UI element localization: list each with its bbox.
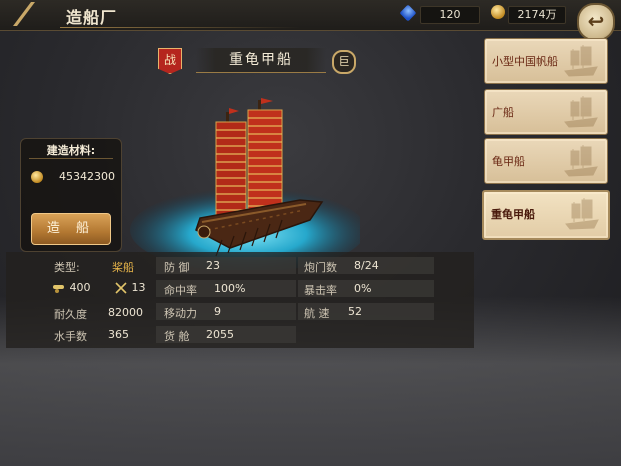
cargo-label: 货 舱 [164,330,190,343]
page-title: 造船厂 [66,8,118,27]
durability-value: 82000 [108,306,143,319]
defense-label: 防 御 [164,261,190,274]
sailors-label: 水手数 [54,330,87,343]
return-button[interactable]: ↩ [577,3,615,41]
ship-list-label: 小型中国帆船 [492,55,558,68]
move-label: 移动力 [164,307,197,320]
defense-value: 23 [206,259,220,272]
ship-list-label: 重龟甲船 [491,208,535,221]
build-materials-panel: 建造材料: 45342300 造 船 [20,138,122,252]
ship-list-label: 广船 [492,106,514,119]
durability-label: 耐久度 [54,308,87,321]
back-button[interactable] [4,0,44,30]
gunports-label: 炮门数 [304,261,337,274]
speed-label: 航 速 [304,307,330,320]
gunports-value: 8/24 [354,259,379,272]
return-arrow-icon: ↩ [587,9,605,33]
hit-label: 命中率 [164,284,197,297]
ship-list-item-selected[interactable]: 重龟甲船 [482,190,610,240]
sword-stat: 13 [114,281,146,294]
gold-coin-icon [31,171,43,183]
ship-list-item[interactable]: 龟甲船 [484,138,608,184]
size-badge: 巨 [332,50,356,74]
gem-count: 120 [420,6,480,24]
top-bar: 造船厂 120 2174万 ↩ [0,0,621,41]
rear-sail [215,121,247,219]
title-underline [60,27,300,28]
gold-count: 2174万 [508,6,566,24]
sailors-value: 365 [108,328,129,341]
ship-silhouette-icon [564,145,598,177]
cannon-value: 400 [69,281,91,294]
materials-divider [29,158,113,159]
speed-value: 52 [348,305,362,318]
ship-list-item[interactable]: 小型中国帆船 [484,38,608,84]
ship-silhouette-icon [565,198,599,230]
gem-icon [399,4,417,22]
back-slash-icon [13,2,35,26]
build-ship-button[interactable]: 造 船 [31,213,111,245]
war-badge: 战 [158,48,182,74]
type-value: 桨船 [112,261,134,274]
ship-illustration [130,98,360,270]
gold-coin-icon [491,5,505,19]
cannon-stat: 400 [52,281,91,294]
ship-silhouette-icon [564,45,598,77]
ship-stats-panel: 类型: 桨船 400 13 耐久度 82000 水手数 365 防 御 23 命… [6,252,474,348]
hit-value: 100% [214,282,246,295]
gold-cost: 45342300 [59,170,115,183]
crit-value: 0% [354,282,372,295]
ship-silhouette-icon [564,96,598,128]
cannon-icon [53,285,64,293]
crossed-swords-icon [115,282,127,294]
ship-list-label: 龟甲船 [492,155,525,168]
type-label: 类型: [54,261,80,274]
cargo-value: 2055 [206,328,234,341]
ship-name: 重龟甲船 [196,48,326,73]
move-value: 9 [214,305,221,318]
sword-value: 13 [131,281,146,294]
ship-list-item[interactable]: 广船 [484,89,608,135]
front-sail [247,109,283,215]
materials-title: 建造材料: [46,144,96,157]
crit-label: 暴击率 [304,284,337,297]
